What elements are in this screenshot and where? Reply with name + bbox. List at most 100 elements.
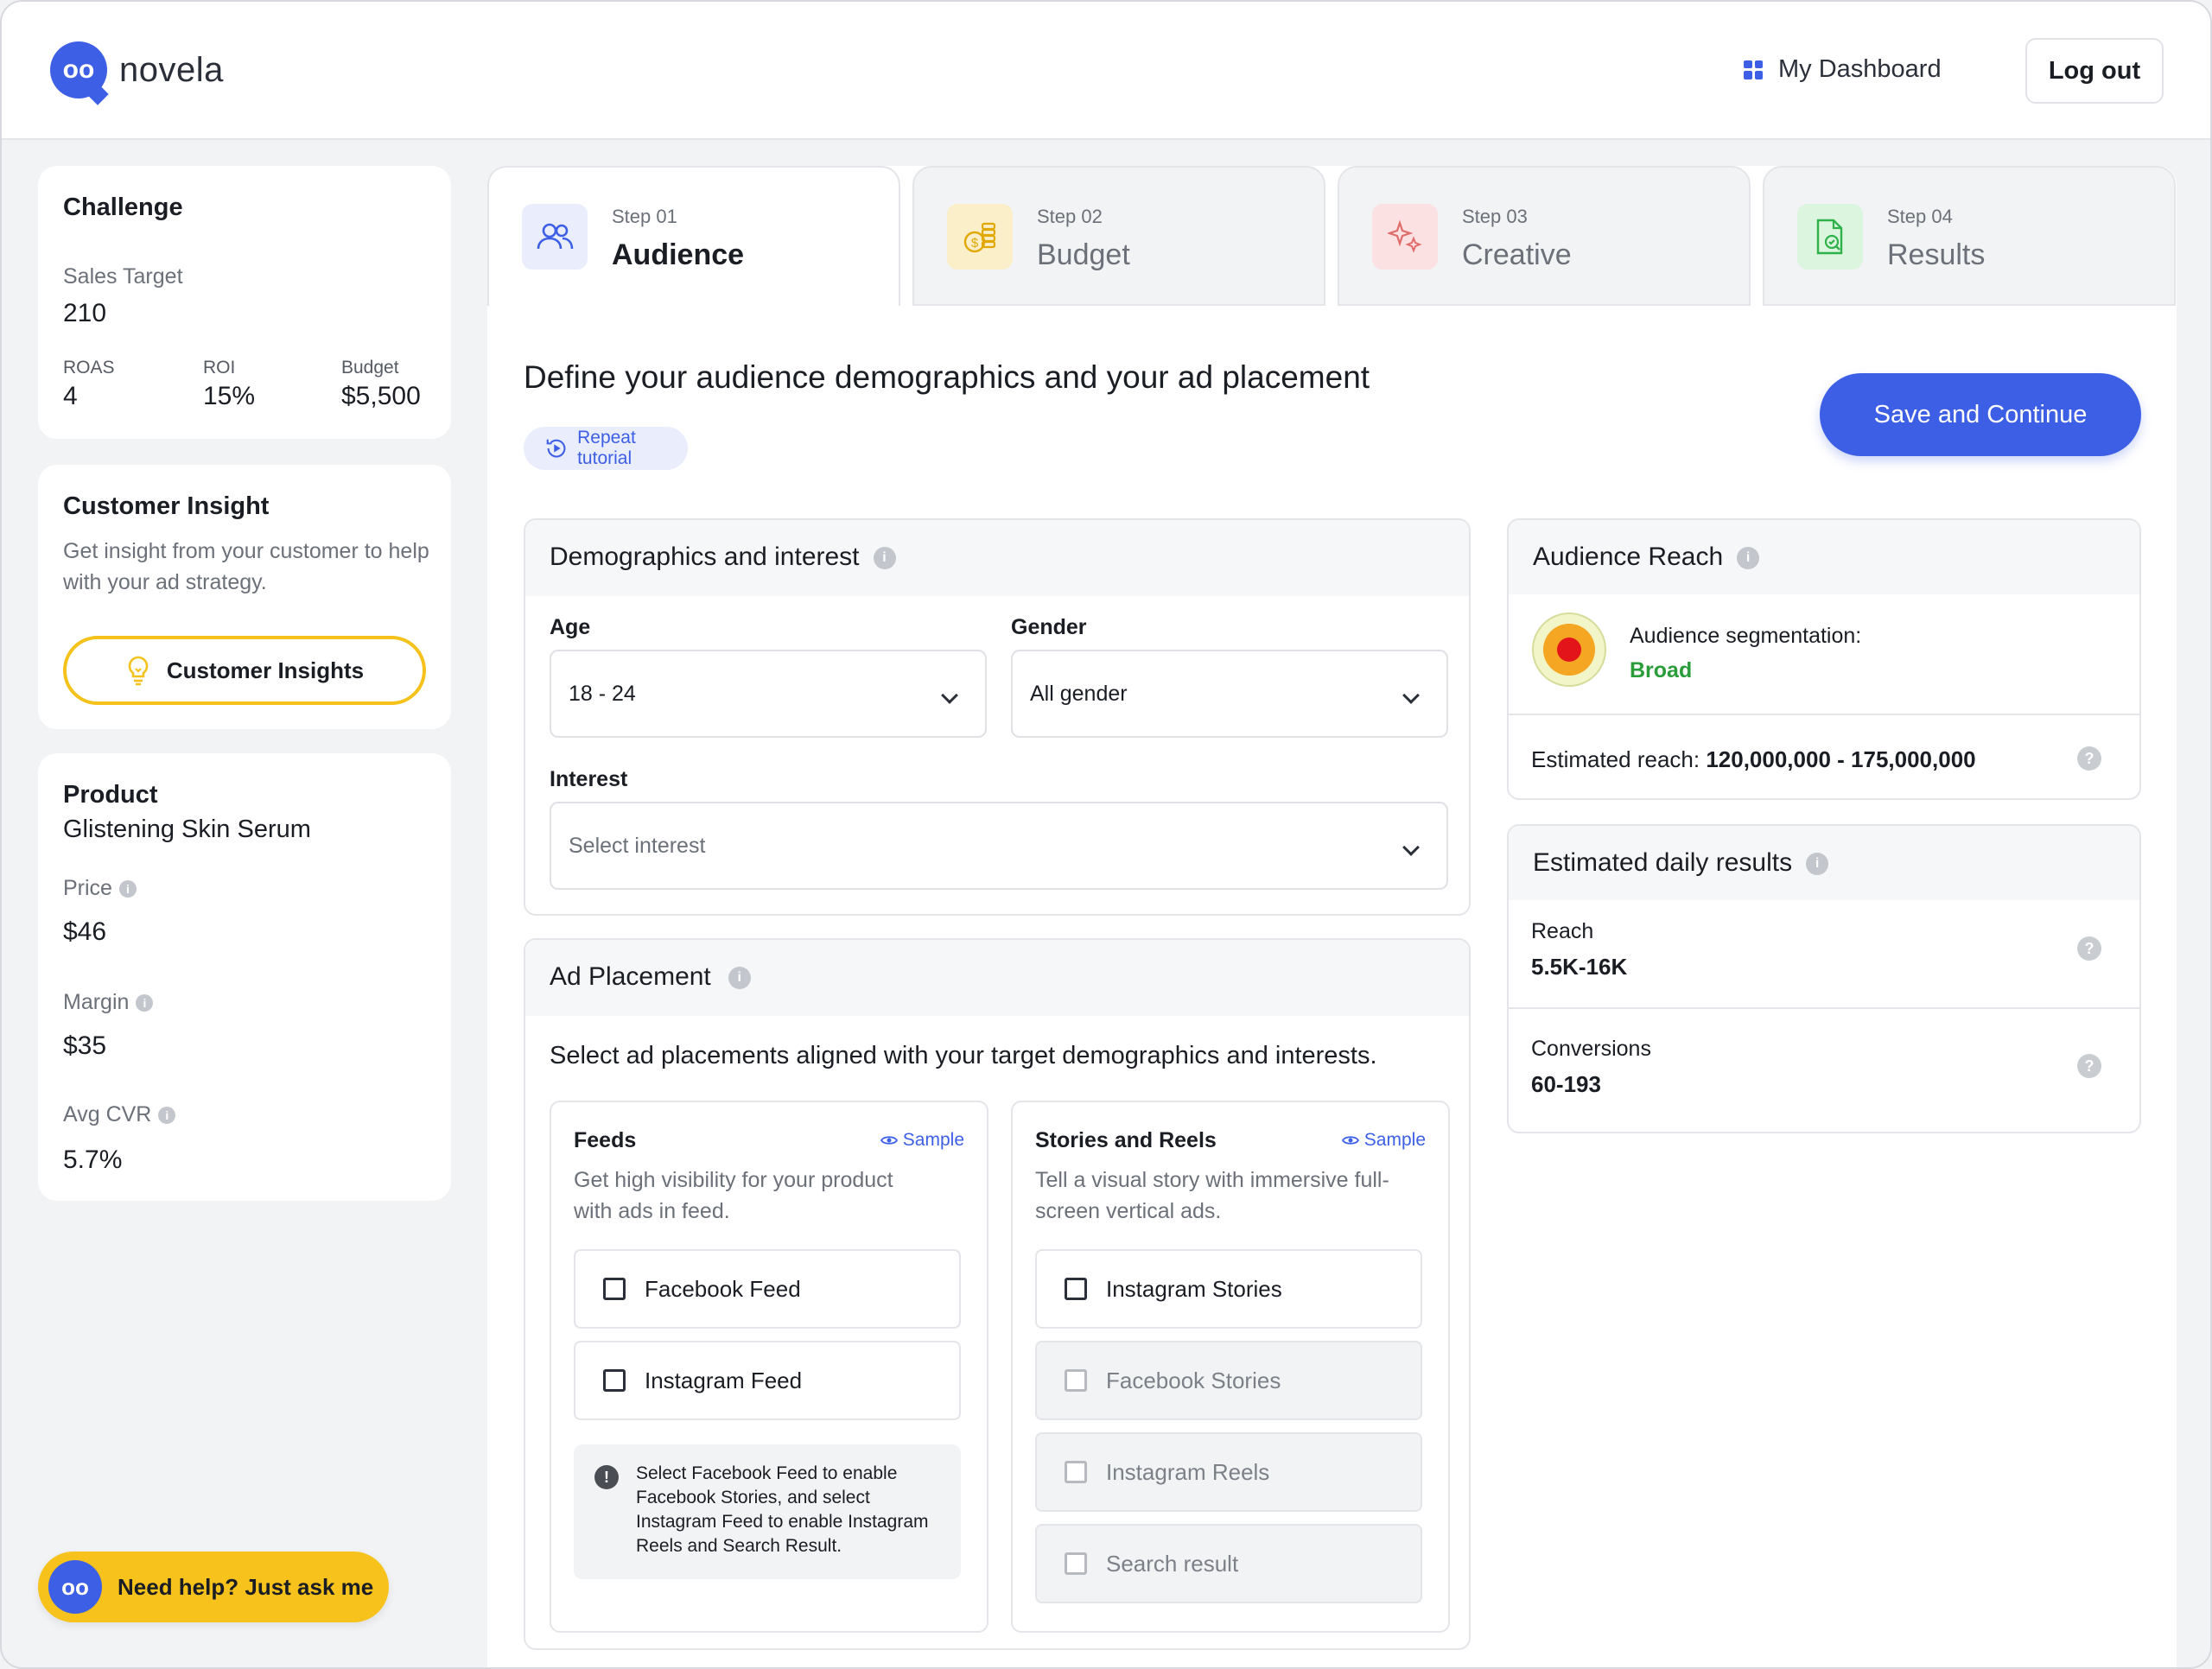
tab-step-number: Step 04 xyxy=(1887,206,1953,227)
price-value: $46 xyxy=(63,917,107,946)
daily-results-header: Estimated daily results i xyxy=(1509,826,2139,900)
help-chat-button[interactable]: oo Need help? Just ask me xyxy=(38,1552,389,1622)
repeat-tutorial-button[interactable]: Repeat tutorial xyxy=(524,427,688,470)
instagram-feed-option[interactable]: Instagram Feed xyxy=(574,1341,961,1420)
sales-target-value: 210 xyxy=(63,299,107,327)
estimated-reach-value: 120,000,000 - 175,000,000 xyxy=(1706,746,1976,772)
avg-cvr-label: Avg CVR i xyxy=(63,1102,176,1127)
top-header: oo novela My Dashboard Log out xyxy=(2,2,2210,140)
stories-sample-label: Sample xyxy=(1363,1130,1426,1150)
tab-audience[interactable]: Step 01 Audience xyxy=(487,166,900,306)
roi-label: ROI xyxy=(203,358,236,378)
step-tabs: Step 01 Audience $ Step 02 Budget Step 0… xyxy=(487,166,2177,306)
tab-step-number: Step 02 xyxy=(1037,206,1103,227)
demographics-title-text: Demographics and interest xyxy=(550,543,860,571)
logo-icon: oo xyxy=(50,41,107,98)
segmentation-value: Broad xyxy=(1630,658,1693,682)
info-icon[interactable]: i xyxy=(158,1107,176,1125)
roas-value: 4 xyxy=(63,382,78,410)
interest-label: Interest xyxy=(550,767,628,791)
help-circle-icon[interactable]: ? xyxy=(2077,936,2101,961)
page-title: Define your audience demographics and yo… xyxy=(524,359,1370,395)
tab-creative[interactable]: Step 03 Creative xyxy=(1338,166,1751,306)
facebook-feed-checkbox[interactable] xyxy=(603,1278,626,1300)
challenge-title: Challenge xyxy=(63,194,183,221)
sparkle-icon xyxy=(1372,204,1438,270)
avg-cvr-label-text: Avg CVR xyxy=(63,1102,152,1126)
daily-results-panel: Estimated daily results i Reach 5.5K-16K … xyxy=(1507,824,2141,1133)
info-icon[interactable]: i xyxy=(728,967,751,990)
price-label-text: Price xyxy=(63,876,112,900)
budget-value: $5,500 xyxy=(341,382,421,410)
search-result-checkbox xyxy=(1065,1552,1087,1575)
logo[interactable]: oo novela xyxy=(50,41,224,98)
info-icon[interactable]: i xyxy=(136,994,154,1012)
info-icon[interactable]: i xyxy=(873,547,896,570)
chevron-down-icon xyxy=(941,687,958,704)
tab-step-name: Audience xyxy=(612,238,745,271)
challenge-card: Challenge Sales Target 210 ROAS 4 ROI 15… xyxy=(38,166,451,439)
logout-button[interactable]: Log out xyxy=(2025,38,2164,104)
audience-reach-title-text: Audience Reach xyxy=(1533,543,1724,571)
instagram-stories-label: Instagram Stories xyxy=(1106,1275,1282,1302)
audience-reach-panel: Audience Reach i Audience segmentation: B… xyxy=(1507,518,2141,800)
info-icon[interactable]: i xyxy=(1806,853,1829,876)
instagram-stories-checkbox[interactable] xyxy=(1065,1278,1087,1300)
assistant-avatar-icon: oo xyxy=(48,1560,102,1614)
interest-select[interactable]: Select interest xyxy=(550,802,1448,890)
margin-value: $35 xyxy=(63,1031,107,1060)
daily-reach-label: Reach xyxy=(1531,919,1594,943)
roi-value: 15% xyxy=(203,382,256,410)
tab-results[interactable]: Step 04 Results xyxy=(1763,166,2176,306)
age-select[interactable]: 18 - 24 xyxy=(550,650,987,738)
stories-reels-title: Stories and Reels xyxy=(1035,1128,1217,1152)
age-select-value: 18 - 24 xyxy=(569,681,636,706)
customer-insights-button-label: Customer Insights xyxy=(166,657,365,683)
help-circle-icon[interactable]: ? xyxy=(2077,1054,2101,1078)
save-and-continue-button[interactable]: Save and Continue xyxy=(1820,373,2141,456)
facebook-feed-option[interactable]: Facebook Feed xyxy=(574,1249,961,1329)
ad-placement-title: Ad Placement i xyxy=(550,962,751,992)
help-circle-icon[interactable]: ? xyxy=(2077,746,2101,771)
feeds-sample-link[interactable]: Sample xyxy=(880,1130,964,1151)
search-result-option: Search result xyxy=(1035,1524,1422,1603)
repeat-tutorial-label: Repeat tutorial xyxy=(577,428,636,468)
tab-step-name: Creative xyxy=(1462,238,1572,271)
my-dashboard-link[interactable]: My Dashboard xyxy=(1744,55,1942,84)
audience-reach-title: Audience Reach i xyxy=(1533,543,1760,572)
instagram-stories-option[interactable]: Instagram Stories xyxy=(1035,1249,1422,1329)
logo-glyph: oo xyxy=(62,55,95,84)
gender-select[interactable]: All gender xyxy=(1011,650,1448,738)
age-label: Age xyxy=(550,615,591,639)
ad-placement-title-text: Ad Placement xyxy=(550,962,711,991)
audience-target-icon xyxy=(1532,612,1606,687)
assistant-glyph: oo xyxy=(61,1573,89,1600)
users-icon xyxy=(522,204,588,270)
instagram-feed-label: Instagram Feed xyxy=(645,1367,803,1393)
daily-conversions-value: 60-193 xyxy=(1531,1071,1601,1097)
margin-label: Margin i xyxy=(63,990,154,1015)
tab-budget[interactable]: $ Step 02 Budget xyxy=(912,166,1325,306)
info-icon[interactable]: i xyxy=(118,880,137,898)
daily-conversions-label: Conversions xyxy=(1531,1037,1651,1061)
margin-label-text: Margin xyxy=(63,990,130,1014)
info-icon[interactable]: i xyxy=(1737,547,1760,570)
segmentation-label: Audience segmentation: xyxy=(1630,624,1862,648)
help-chat-label: Need help? Just ask me xyxy=(118,1573,374,1600)
ad-placement-panel-header: Ad Placement i xyxy=(525,940,1469,1016)
customer-insight-description: Get insight from your customer to help w… xyxy=(63,539,429,594)
document-check-icon xyxy=(1797,204,1863,270)
dashboard-grid-icon xyxy=(1744,60,1763,79)
tab-step-number: Step 03 xyxy=(1462,206,1528,227)
replay-icon xyxy=(546,439,566,458)
product-name: Glistening Skin Serum xyxy=(63,815,311,843)
daily-results-title-text: Estimated daily results xyxy=(1533,848,1793,877)
customer-insights-button[interactable]: Customer Insights xyxy=(63,636,426,705)
stories-sample-link[interactable]: Sample xyxy=(1341,1130,1426,1151)
instagram-feed-checkbox[interactable] xyxy=(603,1369,626,1392)
chevron-down-icon xyxy=(1402,839,1420,856)
demographics-title: Demographics and interest i xyxy=(550,543,896,572)
daily-results-title: Estimated daily results i xyxy=(1533,848,1829,878)
eye-icon xyxy=(880,1136,898,1145)
stories-reels-description: Tell a visual story with immersive full-… xyxy=(1035,1168,1389,1223)
